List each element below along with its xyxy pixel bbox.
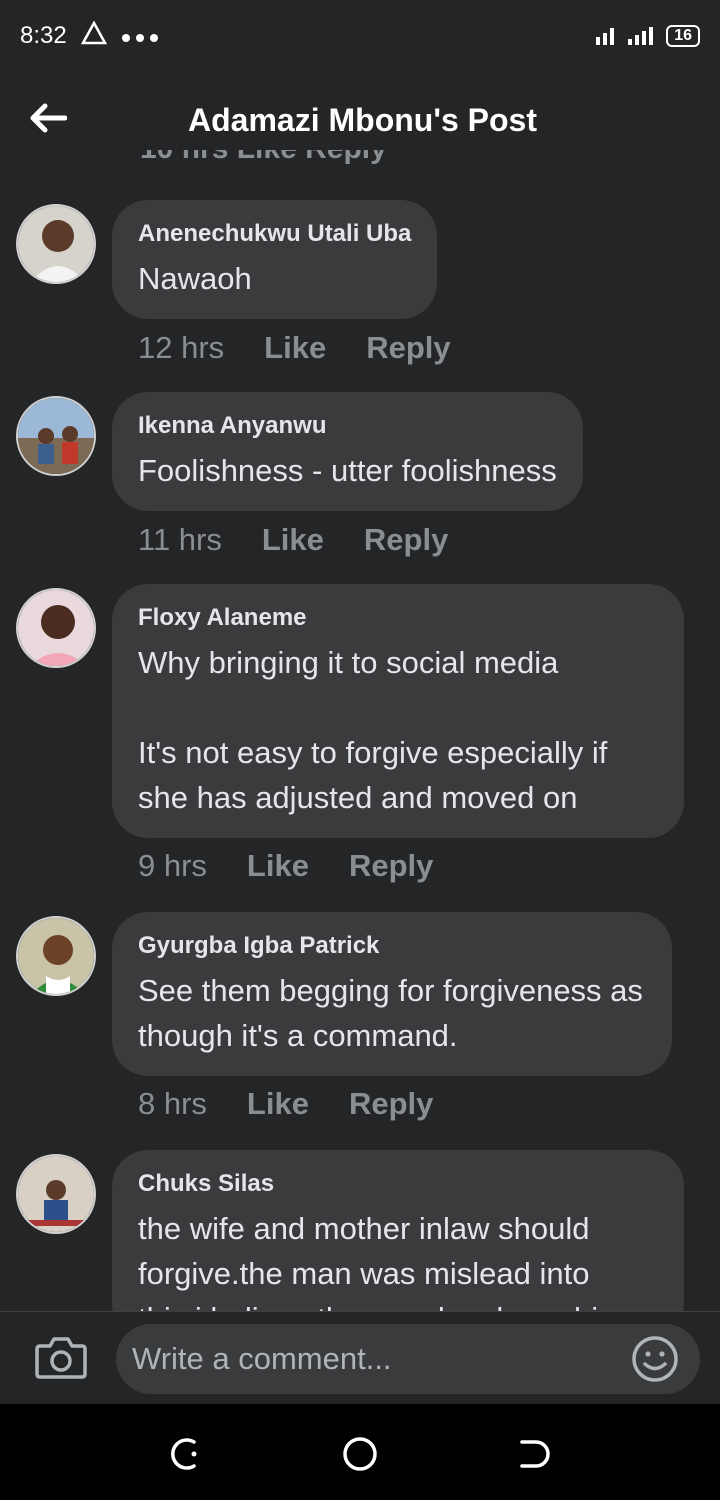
recent-apps-button[interactable] (164, 1434, 204, 1474)
comment-bubble[interactable]: Ikenna Anyanwu Foolishness - utter fooli… (112, 392, 583, 511)
comment-text: the wife and mother inlaw should forgive… (138, 1211, 614, 1312)
warning-icon (80, 19, 107, 52)
emoji-button[interactable] (630, 1334, 680, 1384)
comment-text: Foolishness - utter foolishness (138, 453, 557, 488)
more-notifications-icon (121, 22, 161, 50)
comment-meta: 12 hrs Like Reply (138, 330, 451, 366)
reply-button[interactable]: Reply (366, 330, 450, 366)
battery-icon: 16 (666, 25, 700, 47)
avatar[interactable] (16, 204, 96, 284)
comment-author[interactable]: Ikenna Anyanwu (138, 412, 557, 440)
status-right: 16 (594, 23, 700, 50)
signal-icon (594, 23, 658, 50)
avatar[interactable] (16, 916, 96, 996)
like-button[interactable]: Like (264, 330, 326, 366)
like-button[interactable]: Like (262, 522, 324, 558)
comment-composer (0, 1311, 720, 1403)
status-left: 8:32 (20, 19, 161, 52)
like-button[interactable]: Like (247, 1086, 309, 1122)
reply-button[interactable]: Reply (349, 848, 433, 884)
avatar[interactable] (16, 1154, 96, 1234)
comment-meta: 8 hrs Like Reply (138, 1086, 433, 1122)
comment-time: 8 hrs (138, 1086, 207, 1121)
page-title: Adamazi Mbonu's Post (188, 102, 537, 138)
status-time: 8:32 (20, 22, 67, 49)
reply-button[interactable]: Reply (364, 522, 448, 558)
comment-bubble[interactable]: Gyurgba Igba Patrick See them begging fo… (112, 912, 672, 1076)
comment-author[interactable]: Anenechukwu Utali Uba (138, 220, 411, 248)
comment-meta: 11 hrs Like Reply (138, 522, 448, 558)
comment-bubble[interactable]: Anenechukwu Utali Uba Nawaoh (112, 200, 438, 319)
comment-author[interactable]: Gyurgba Igba Patrick (138, 932, 646, 960)
camera-button[interactable] (34, 1334, 88, 1384)
system-nav-bar (0, 1404, 720, 1500)
reply-button[interactable]: Reply (349, 1086, 433, 1122)
back-nav-button[interactable] (516, 1434, 556, 1474)
status-bar: 8:32 16 (0, 0, 720, 72)
back-nav-icon (516, 1440, 556, 1478)
comment-feed[interactable]: 10 hrs Like Reply Anenechukwu Utali Uba … (0, 150, 720, 1312)
comment-text: Nawaoh (138, 261, 252, 296)
home-button[interactable] (340, 1434, 380, 1474)
recent-apps-icon (164, 1438, 204, 1478)
comment-bubble[interactable]: Chuks Silas the wife and mother inlaw sh… (112, 1150, 684, 1312)
comment-input[interactable] (116, 1324, 700, 1394)
comment-time: 12 hrs (138, 330, 225, 365)
avatar[interactable] (16, 588, 96, 668)
avatar[interactable] (16, 396, 96, 476)
comment-time: 11 hrs (138, 522, 222, 557)
home-icon (340, 1437, 380, 1478)
cut-off-comment-meta: 10 hrs Like Reply (140, 150, 387, 166)
emoji-icon (630, 1336, 680, 1388)
comment-bubble[interactable]: Floxy Alaneme Why bringing it to social … (112, 584, 684, 838)
comment-text: Why bringing it to social media It's not… (138, 645, 608, 815)
like-button[interactable]: Like (247, 848, 309, 884)
comment-text: See them begging for forgiveness as thou… (138, 973, 643, 1053)
comment-author[interactable]: Floxy Alaneme (138, 604, 658, 632)
camera-icon (34, 1337, 88, 1384)
comment-time: 9 hrs (138, 848, 207, 883)
comment-author[interactable]: Chuks Silas (138, 1170, 658, 1198)
comment-meta: 9 hrs Like Reply (138, 848, 433, 884)
